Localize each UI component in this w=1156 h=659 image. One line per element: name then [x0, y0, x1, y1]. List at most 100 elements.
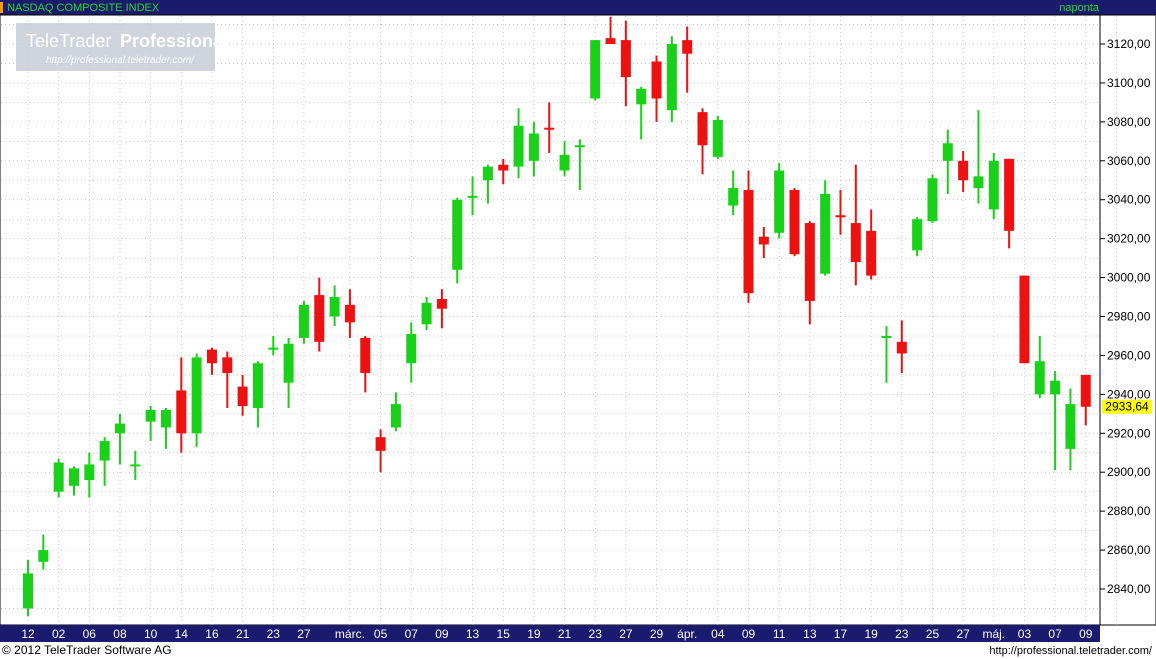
candle-body [68, 468, 79, 486]
candle-body [482, 166, 493, 181]
x-tick-label: 16 [205, 627, 219, 641]
candle-body [636, 88, 647, 105]
y-axis-labels: 2840,002860,002880,002900,002920,002940,… [1100, 37, 1151, 596]
x-tick-label: 09 [435, 627, 449, 641]
y-tick-label: 3040,00 [1107, 193, 1151, 207]
candle-body [452, 199, 463, 270]
candle-body [682, 40, 693, 54]
candle-body [1019, 275, 1030, 364]
candle [666, 36, 677, 122]
candle-body [176, 390, 187, 434]
x-tick-label: 23 [267, 627, 281, 641]
candle-body [130, 464, 141, 467]
x-tick-label: márc. [335, 627, 365, 641]
x-tick-label: 15 [497, 627, 511, 641]
candle [1019, 275, 1030, 364]
candle-body [942, 143, 953, 161]
x-tick-label: 06 [83, 627, 97, 641]
candle-body [590, 40, 601, 99]
candle-body [728, 188, 739, 206]
x-tick-label: 19 [864, 627, 878, 641]
candle-body [804, 223, 815, 301]
candle [927, 174, 938, 224]
candle-body [789, 189, 800, 255]
y-tick-label: 2860,00 [1107, 543, 1151, 557]
y-tick-label: 3020,00 [1107, 232, 1151, 246]
y-tick-label: 3100,00 [1107, 76, 1151, 90]
title-bar [0, 0, 1156, 15]
y-tick-label: 3000,00 [1107, 271, 1151, 285]
x-tick-label: ápr. [677, 627, 697, 641]
candle-body [222, 357, 233, 373]
candle-body [252, 363, 263, 408]
footer-url[interactable]: http://professional.teletrader.com/ [989, 645, 1153, 657]
candle-body [1034, 361, 1045, 395]
x-tick-label: 09 [742, 627, 756, 641]
footer-copyright: © 2012 TeleTrader Software AG [2, 643, 172, 657]
candle-body [820, 193, 831, 274]
candle-body [390, 404, 401, 428]
x-tick-label: 21 [236, 627, 250, 641]
candle-body [620, 40, 631, 78]
candle [590, 40, 601, 101]
x-tick-label: 11 [773, 627, 786, 641]
candle-body [912, 219, 923, 251]
candle-body [1065, 404, 1076, 449]
candle-body [988, 160, 999, 210]
candle [912, 217, 923, 257]
candle-body [298, 304, 309, 338]
candle-body [850, 223, 861, 262]
candle-body [927, 178, 938, 222]
candle-body [605, 38, 616, 44]
candle-body [544, 127, 555, 130]
candle-body [528, 133, 539, 161]
x-tick-label: 13 [803, 627, 817, 641]
teletrader-logo: TeleTrader Professional http://professio… [16, 23, 228, 71]
x-tick-label: 07 [1048, 627, 1062, 641]
candle [743, 170, 754, 303]
x-tick-label: 14 [175, 627, 189, 641]
candle [53, 458, 64, 498]
candle-body [498, 164, 509, 171]
title-accent-icon [0, 2, 3, 13]
candle [712, 116, 723, 159]
chart-title: NASDAQ COMPOSITE INDEX [7, 2, 160, 14]
y-tick-label: 2900,00 [1107, 465, 1151, 479]
chart-period: naponta [1059, 2, 1100, 14]
chart-window: NASDAQ COMPOSITE INDEX naponta TeleTrade… [0, 0, 1156, 659]
x-tick-label: 05 [374, 627, 388, 641]
y-tick-label: 3120,00 [1107, 37, 1151, 51]
last-price-marker: 2933,64 [1102, 399, 1152, 414]
candle-body [436, 298, 447, 309]
candle-body [406, 334, 417, 364]
candle-body [268, 347, 279, 350]
candle-body [191, 357, 202, 434]
candle-body [1080, 374, 1091, 407]
candle-body [758, 236, 769, 245]
x-tick-label: 29 [650, 627, 664, 641]
x-tick-label: 13 [466, 627, 480, 641]
candle-body [145, 409, 156, 422]
x-tick-label: 19 [527, 627, 541, 641]
y-tick-label: 2880,00 [1107, 504, 1151, 518]
candle-body [743, 189, 754, 294]
x-tick-label: 04 [711, 627, 725, 641]
candle-body [835, 215, 846, 218]
candle-body [881, 335, 892, 338]
x-tick-label: 03 [1018, 627, 1032, 641]
x-tick-label: 21 [558, 627, 572, 641]
y-tick-label: 3060,00 [1107, 154, 1151, 168]
candle [191, 353, 202, 447]
candle-body [38, 550, 49, 562]
candle-body [421, 302, 432, 325]
x-tick-label: 07 [405, 627, 419, 641]
candle-body [896, 341, 907, 354]
candle-body [206, 349, 217, 364]
logo-url: http://professional.teletrader.com/ [46, 55, 195, 66]
candlestick-chart[interactable]: NASDAQ COMPOSITE INDEX naponta TeleTrade… [0, 0, 1156, 659]
x-tick-label: 09 [1079, 627, 1093, 641]
candle [774, 162, 785, 239]
logo-product: Professional [120, 31, 228, 51]
candle-body [23, 573, 33, 609]
x-tick-label: 25 [926, 627, 940, 641]
